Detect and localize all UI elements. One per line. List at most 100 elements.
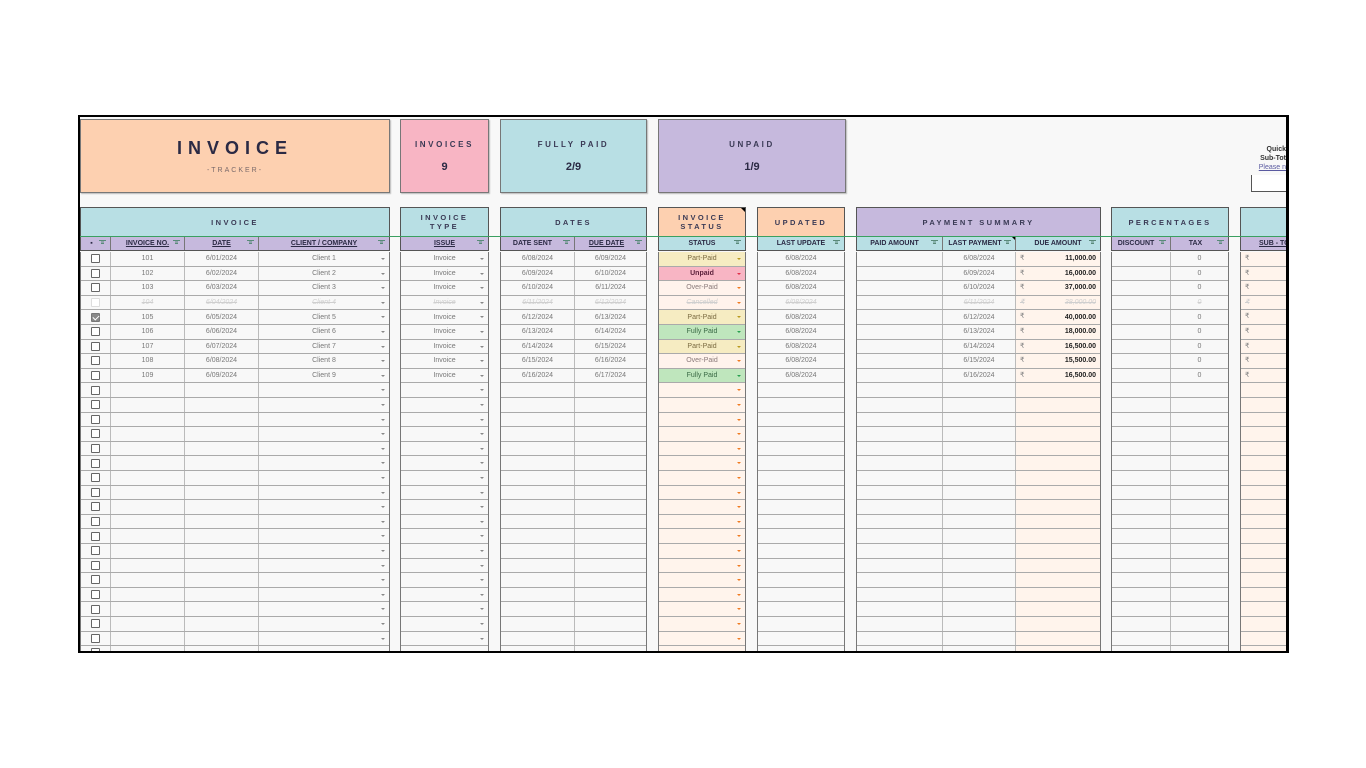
tax-cell[interactable]: 0 [1171, 267, 1228, 281]
last-payment-cell[interactable] [943, 471, 1016, 485]
last-update-cell[interactable]: 6/08/2024 [758, 281, 844, 295]
filter-icon[interactable] [1089, 240, 1096, 246]
client-cell[interactable] [259, 515, 389, 529]
issue-cell[interactable]: Invoice [401, 340, 488, 354]
select-checkbox-cell[interactable] [81, 471, 111, 485]
issue-cell[interactable] [401, 486, 488, 500]
last-update-cell[interactable]: 6/08/2024 [758, 325, 844, 339]
due-date-cell[interactable]: 6/12/2024 [575, 296, 646, 310]
date-cell[interactable]: 6/03/2024 [185, 281, 259, 295]
invoice-no-cell[interactable]: 103 [111, 281, 185, 295]
filter-icon[interactable] [378, 240, 385, 246]
row-checkbox[interactable] [91, 648, 100, 651]
date-sent-cell[interactable] [501, 558, 575, 573]
issue-cell[interactable] [401, 383, 488, 397]
paid-amount-cell[interactable] [857, 310, 943, 324]
date-cell[interactable] [185, 529, 259, 543]
select-checkbox-cell[interactable] [81, 646, 111, 651]
row-checkbox[interactable] [91, 429, 100, 439]
filter-icon[interactable] [931, 240, 938, 246]
row-checkbox[interactable] [91, 546, 100, 556]
status-cell[interactable] [659, 602, 745, 616]
dropdown-arrow-icon[interactable] [381, 258, 385, 260]
tax-cell[interactable]: 0 [1171, 354, 1228, 368]
client-cell[interactable] [259, 442, 389, 456]
status-cell[interactable]: Unpaid [659, 266, 745, 281]
invoice-no-cell[interactable] [111, 544, 185, 558]
last-update-cell[interactable] [758, 515, 844, 529]
date-sent-cell[interactable] [501, 602, 575, 616]
discount-cell[interactable] [1112, 368, 1171, 383]
invoice-no-cell[interactable] [111, 441, 185, 456]
row-checkbox[interactable] [91, 458, 100, 468]
invoice-no-cell[interactable] [111, 427, 185, 441]
select-checkbox-cell[interactable] [81, 485, 111, 500]
dropdown-arrow-icon[interactable] [480, 520, 484, 523]
tax-cell[interactable] [1171, 529, 1228, 543]
last-payment-cell[interactable] [943, 602, 1016, 616]
last-update-cell[interactable] [758, 500, 844, 514]
row-checkbox[interactable] [91, 312, 100, 322]
row-checkbox[interactable] [91, 444, 100, 454]
tax-cell[interactable]: 0 [1171, 340, 1228, 354]
date-cell[interactable] [185, 646, 259, 651]
last-payment-cell[interactable] [943, 617, 1016, 631]
due-date-cell[interactable] [575, 529, 646, 543]
dropdown-arrow-icon[interactable] [737, 258, 741, 260]
client-cell[interactable]: Client 1 [259, 252, 389, 266]
paid-amount-cell[interactable] [857, 354, 943, 368]
status-cell[interactable] [659, 558, 745, 573]
header-last-payment[interactable]: LAST PAYMENT [943, 236, 1016, 250]
dropdown-arrow-icon[interactable] [737, 520, 741, 523]
header-due-date[interactable]: DUE DATE [575, 236, 646, 250]
date-sent-cell[interactable] [501, 383, 575, 397]
due-date-cell[interactable]: 6/17/2024 [575, 369, 646, 383]
due-date-cell[interactable]: 6/10/2024 [575, 267, 646, 281]
discount-cell[interactable] [1112, 412, 1171, 427]
header-last-update[interactable]: LAST UPDATE [758, 236, 844, 250]
header-tax[interactable]: TAX [1171, 236, 1228, 250]
row-checkbox[interactable] [91, 385, 100, 395]
due-date-cell[interactable] [575, 471, 646, 485]
date-sent-cell[interactable]: 6/12/2024 [501, 310, 575, 324]
date-sent-cell[interactable] [501, 587, 575, 602]
invoice-no-cell[interactable]: 105 [111, 310, 185, 324]
dropdown-arrow-icon[interactable] [737, 623, 741, 625]
paid-amount-cell[interactable] [857, 412, 943, 427]
last-update-cell[interactable] [758, 529, 844, 543]
date-sent-cell[interactable] [501, 631, 575, 646]
dropdown-arrow-icon[interactable] [737, 593, 741, 596]
filter-icon[interactable] [1217, 240, 1224, 246]
select-checkbox-cell[interactable] [81, 398, 111, 412]
last-payment-cell[interactable]: 6/12/2024 [943, 310, 1016, 324]
select-checkbox-cell[interactable] [81, 529, 111, 543]
client-cell[interactable]: Client 6 [259, 325, 389, 339]
tax-cell[interactable]: 0 [1171, 369, 1228, 383]
due-date-cell[interactable]: 6/13/2024 [575, 310, 646, 324]
dropdown-arrow-icon[interactable] [737, 374, 741, 377]
paid-amount-cell[interactable] [857, 325, 943, 339]
last-payment-cell[interactable] [943, 573, 1016, 587]
date-cell[interactable]: 6/01/2024 [185, 252, 259, 266]
date-sent-cell[interactable] [501, 398, 575, 412]
last-update-cell[interactable] [758, 588, 844, 602]
issue-cell[interactable] [401, 456, 488, 470]
discount-cell[interactable] [1112, 310, 1171, 324]
status-cell[interactable] [659, 587, 745, 602]
issue-cell[interactable] [401, 602, 488, 616]
dropdown-arrow-icon[interactable] [480, 374, 484, 377]
dropdown-arrow-icon[interactable] [737, 360, 741, 363]
due-date-cell[interactable] [575, 383, 646, 397]
date-cell[interactable]: 6/04/2024 [185, 295, 259, 310]
due-date-cell[interactable]: 6/16/2024 [575, 354, 646, 368]
discount-cell[interactable] [1112, 325, 1171, 339]
date-cell[interactable] [185, 573, 259, 587]
client-cell[interactable] [259, 486, 389, 500]
last-payment-cell[interactable] [943, 587, 1016, 602]
paid-amount-cell[interactable] [857, 252, 943, 266]
date-cell[interactable] [185, 456, 259, 470]
select-checkbox-cell[interactable] [81, 310, 111, 324]
tax-cell[interactable] [1171, 427, 1228, 441]
dropdown-arrow-icon[interactable] [737, 637, 741, 640]
dropdown-arrow-icon[interactable] [381, 360, 385, 363]
